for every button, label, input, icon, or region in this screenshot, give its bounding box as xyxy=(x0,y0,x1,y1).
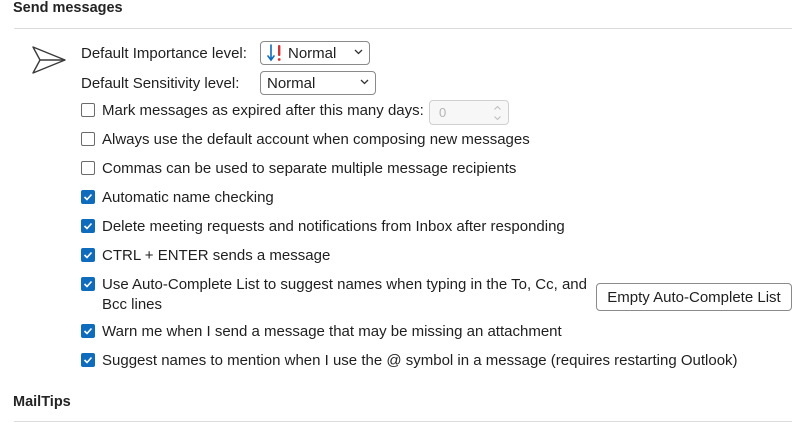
option-suggest-mentions[interactable]: Suggest names to mention when I use the … xyxy=(81,351,738,371)
sensitivity-dropdown[interactable]: Normal xyxy=(260,71,376,95)
importance-value: Normal xyxy=(288,44,337,62)
expire-days-value: 0 xyxy=(439,105,447,120)
section-divider xyxy=(14,28,792,29)
section-divider xyxy=(14,421,792,422)
chevron-up-icon[interactable] xyxy=(494,106,501,110)
ctrl-enter-sends-checkbox[interactable] xyxy=(81,248,95,262)
expire-messages-checkbox[interactable] xyxy=(81,103,95,117)
chevron-down-icon[interactable] xyxy=(494,116,501,120)
commas-separate-checkbox[interactable] xyxy=(81,161,95,175)
suggest-mentions-label: Suggest names to mention when I use the … xyxy=(102,352,738,369)
importance-label: Default Importance level: xyxy=(81,45,247,62)
option-default-account[interactable]: Always use the default account when comp… xyxy=(81,130,530,150)
chevron-down-icon xyxy=(354,49,363,55)
option-warn-missing-attachment[interactable]: Warn me when I send a message that may b… xyxy=(81,322,562,342)
empty-auto-complete-button[interactable]: Empty Auto-Complete List xyxy=(596,283,792,311)
ctrl-enter-sends-label: CTRL + ENTER sends a message xyxy=(102,247,331,264)
delete-meeting-requests-label: Delete meeting requests and notification… xyxy=(102,218,565,235)
option-delete-meeting-requests[interactable]: Delete meeting requests and notification… xyxy=(81,217,565,237)
suggest-mentions-checkbox[interactable] xyxy=(81,353,95,367)
send-icon xyxy=(32,46,66,74)
option-expire-messages[interactable]: Mark messages as expired after this many… xyxy=(81,101,424,121)
importance-icon xyxy=(267,44,281,62)
delete-meeting-requests-checkbox[interactable] xyxy=(81,219,95,233)
expire-days-spinner[interactable]: 0 xyxy=(429,100,509,125)
option-automatic-name-checking[interactable]: Automatic name checking xyxy=(81,188,274,208)
sensitivity-value: Normal xyxy=(267,74,316,92)
mailtips-heading: MailTips xyxy=(13,394,71,410)
sensitivity-label: Default Sensitivity level: xyxy=(81,75,240,92)
chevron-down-icon xyxy=(360,79,369,85)
auto-complete-checkbox[interactable] xyxy=(81,277,95,291)
automatic-name-checking-label: Automatic name checking xyxy=(102,189,274,206)
send-messages-heading: Send messages xyxy=(13,0,123,16)
default-account-checkbox[interactable] xyxy=(81,132,95,146)
auto-complete-label: Use Auto-Complete List to suggest names … xyxy=(102,276,587,313)
option-commas-separate[interactable]: Commas can be used to separate multiple … xyxy=(81,159,516,179)
commas-separate-label: Commas can be used to separate multiple … xyxy=(102,160,517,177)
default-account-label: Always use the default account when comp… xyxy=(102,131,530,148)
option-ctrl-enter-sends[interactable]: CTRL + ENTER sends a message xyxy=(81,246,330,266)
automatic-name-checking-checkbox[interactable] xyxy=(81,190,95,204)
importance-dropdown[interactable]: Normal xyxy=(260,41,370,65)
warn-missing-attachment-label: Warn me when I send a message that may b… xyxy=(102,323,562,340)
expire-messages-label: Mark messages as expired after this many… xyxy=(102,102,424,119)
warn-missing-attachment-checkbox[interactable] xyxy=(81,324,95,338)
option-auto-complete[interactable]: Use Auto-Complete List to suggest names … xyxy=(81,275,592,315)
